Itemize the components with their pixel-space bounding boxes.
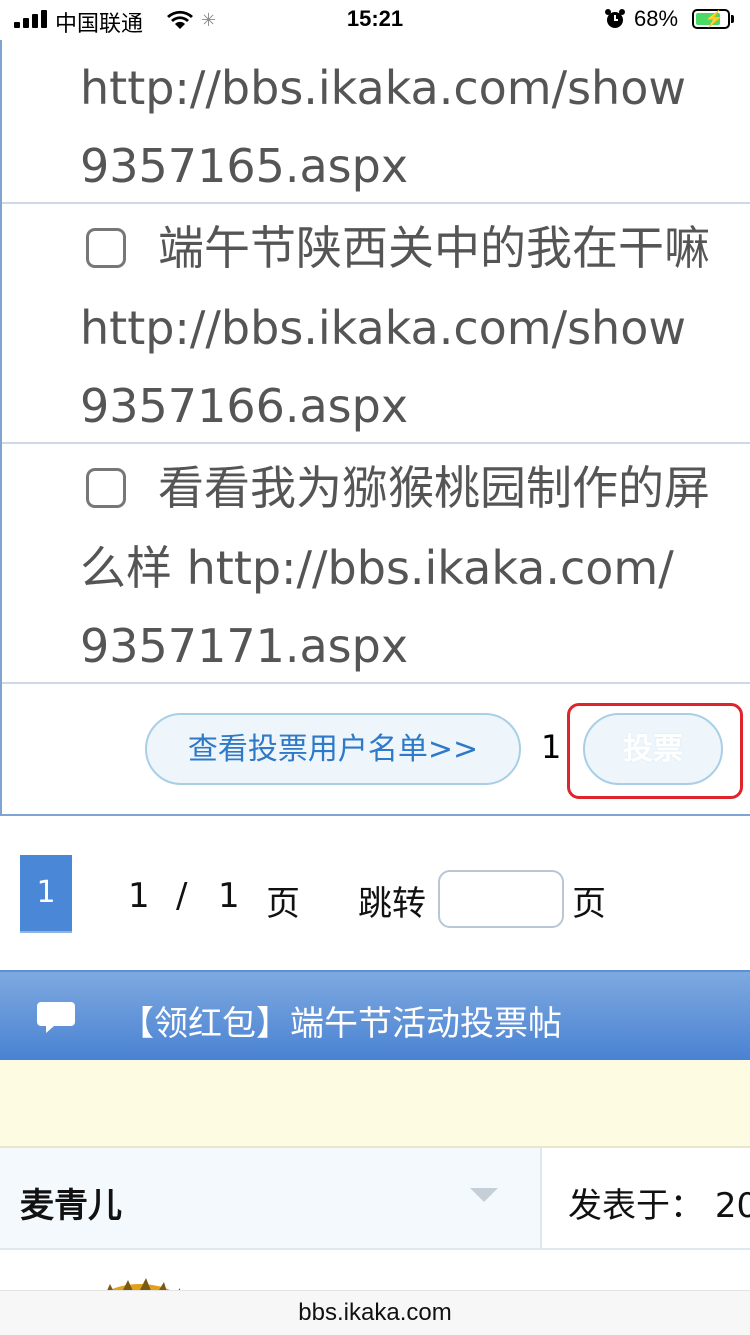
author-row: 麦青儿 发表于： 20 [0, 1148, 750, 1250]
page-info-separator: / [176, 876, 188, 916]
highlight-box [567, 703, 743, 799]
post-title: 【领红包】端午节活动投票帖 [120, 1004, 562, 1044]
jump-unit: 页 [572, 884, 606, 924]
battery-percentage: 68% [634, 6, 679, 31]
page-info-current: 1 [128, 876, 150, 916]
url-text: bbs.ikaka.com [298, 1299, 452, 1326]
page-info-total: 1 [218, 876, 240, 916]
chevron-down-icon[interactable] [470, 1188, 498, 1202]
posted-date: 20 [714, 1186, 750, 1226]
poll-item: 看看我为猕猴桃园制作的屏 么样 http://bbs.ikaka.com/ 93… [2, 444, 750, 684]
poll-item-link[interactable]: http://bbs.ikaka.com/show [80, 298, 686, 358]
poll-item-title: 看看我为猕猴桃园制作的屏 [158, 461, 710, 515]
view-voters-button[interactable]: 查看投票用户名单>> [145, 713, 521, 785]
author-name[interactable]: 麦青儿 [20, 1178, 122, 1227]
poll-panel: http://bbs.ikaka.com/show 9357165.aspx 端… [0, 40, 750, 816]
post-notice-area [0, 1060, 750, 1148]
poll-item-link[interactable]: http://bbs.ikaka.com/show [80, 58, 686, 118]
poll-item-link[interactable]: 么样 http://bbs.ikaka.com/ [80, 538, 674, 598]
status-bar: 中国联通 ✳ 15:21 68% ⚡ [0, 0, 750, 40]
posted-label: 发表于： [568, 1186, 704, 1226]
alarm-clock-icon [605, 9, 625, 28]
poll-item-title: 端午节陕西关中的我在干嘛 [158, 221, 710, 275]
post-header: 【领红包】端午节活动投票帖 [0, 970, 750, 1060]
poll-item: 端午节陕西关中的我在干嘛 http://bbs.ikaka.com/show 9… [2, 204, 750, 444]
poll-item-link[interactable]: 9357171.aspx [80, 616, 408, 676]
battery-tip [731, 15, 734, 23]
vote-count: 1 [541, 728, 562, 766]
battery-icon: ⚡ [692, 9, 730, 29]
browser-address-bar[interactable]: bbs.ikaka.com [0, 1290, 750, 1335]
poll-item-link[interactable]: 9357165.aspx [80, 136, 408, 196]
poll-item-link[interactable]: 9357166.aspx [80, 376, 408, 436]
poll-option-checkbox[interactable] [86, 228, 126, 268]
chat-bubble-icon [37, 1002, 75, 1033]
page-info-unit: 页 [266, 884, 300, 924]
page-number-button[interactable]: 1 [20, 855, 72, 933]
poll-item: http://bbs.ikaka.com/show 9357165.aspx [2, 40, 750, 204]
post-meta: 发表于： 20 [540, 1148, 750, 1248]
poll-option-checkbox[interactable] [86, 468, 126, 508]
jump-page-input[interactable] [438, 870, 564, 928]
jump-label: 跳转 [358, 884, 426, 924]
